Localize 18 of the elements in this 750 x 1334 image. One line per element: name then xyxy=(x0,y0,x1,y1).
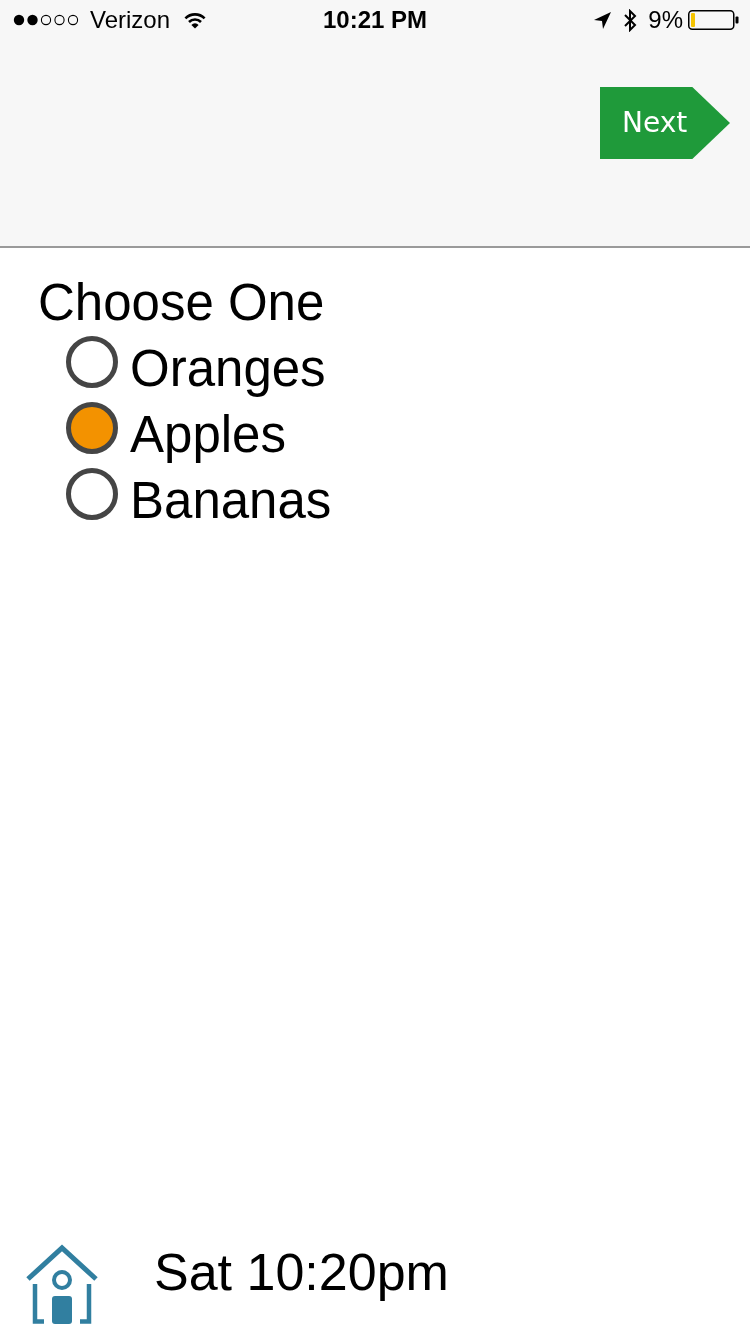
battery-icon xyxy=(688,10,739,30)
radio-button[interactable] xyxy=(66,402,118,454)
timestamp: Sat 10:20pm xyxy=(154,1242,449,1302)
option-label[interactable]: Oranges xyxy=(130,336,326,402)
location-arrow-icon xyxy=(594,11,612,29)
radio-button[interactable] xyxy=(66,336,118,388)
battery-percent: 9% xyxy=(648,6,683,34)
question-title: Choose One xyxy=(38,273,325,333)
house-icon[interactable] xyxy=(26,1244,98,1324)
option-label[interactable]: Apples xyxy=(130,402,286,468)
clock-time: 10:21 PM xyxy=(322,6,428,34)
option-label[interactable]: Bananas xyxy=(130,468,332,534)
signal-strength-icon xyxy=(13,14,80,26)
radio-button[interactable] xyxy=(66,468,118,520)
bluetooth-icon xyxy=(623,8,638,32)
wifi-icon xyxy=(184,11,207,29)
next-button[interactable]: Next xyxy=(600,87,730,159)
carrier-name: Verizon xyxy=(90,6,171,34)
